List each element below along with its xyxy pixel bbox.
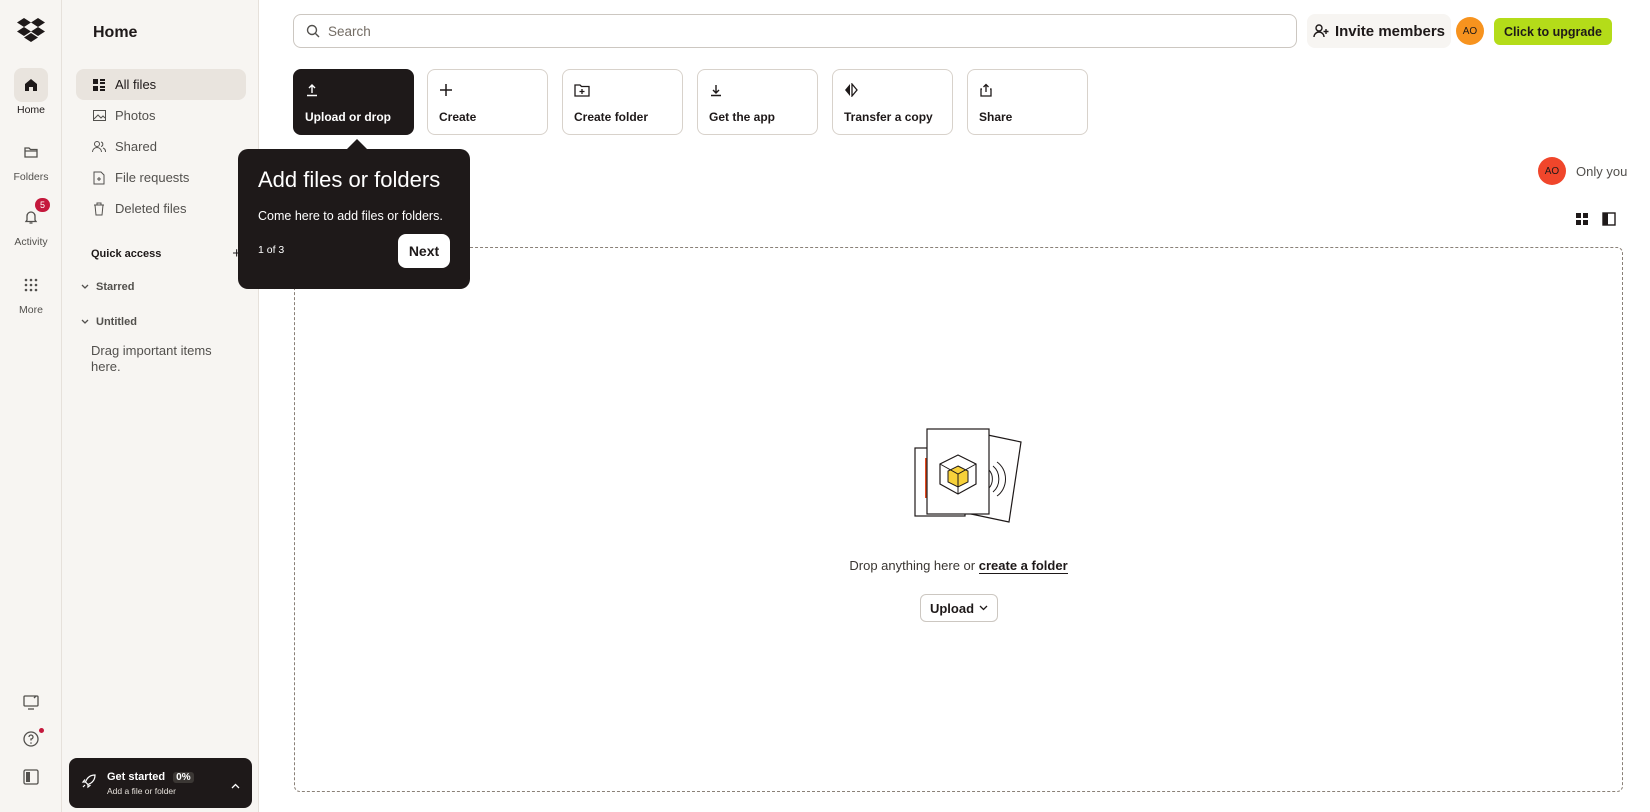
rail-home-label: Home (16, 104, 45, 116)
sharing-info[interactable]: AO Only you (1538, 157, 1627, 185)
grid-view-icon[interactable] (1573, 210, 1591, 228)
rail-activity[interactable]: 5 Activity (0, 198, 62, 248)
chevron-down-icon (79, 284, 91, 290)
monitor-icon[interactable] (0, 693, 62, 716)
tooltip-arrow (347, 139, 367, 149)
plus-icon (439, 80, 536, 100)
drop-zone-text: Drop anything here or create a folder (295, 558, 1622, 574)
sharing-avatar: AO (1538, 157, 1566, 185)
share-button[interactable]: Share (967, 69, 1088, 135)
share-icon (979, 80, 1076, 100)
all-files-icon (92, 78, 106, 92)
rail-more[interactable]: More (0, 268, 62, 316)
search-input[interactable]: Search (293, 14, 1297, 48)
quick-access-header: Quick access + (91, 245, 241, 262)
nav-item-all-files[interactable]: All files (76, 69, 246, 100)
starred-label: Starred (96, 281, 135, 293)
search-icon (306, 24, 320, 38)
untitled-section-toggle[interactable]: Untitled (79, 316, 137, 328)
action-label: Get the app (709, 110, 776, 124)
drag-hint: Drag important items here. (91, 343, 212, 374)
rail-activity-label: Activity (14, 236, 48, 248)
page-title: Home (93, 24, 138, 41)
untitled-label: Untitled (96, 316, 137, 328)
onboarding-tooltip: Add files or folders Come here to add fi… (238, 149, 470, 289)
sharing-label: Only you (1576, 163, 1628, 179)
upload-dropdown-button[interactable]: Upload (920, 594, 998, 622)
folder-plus-icon (574, 80, 671, 100)
photo-icon (92, 109, 106, 123)
nav-item-label: All files (115, 77, 157, 92)
nav-panel: Home All files Photos Shared File reques… (62, 0, 259, 812)
action-label: Upload or drop (305, 110, 391, 124)
action-label: Create (439, 110, 477, 124)
rail-folders[interactable]: Folders (0, 135, 62, 183)
rail-folders-label: Folders (13, 171, 49, 183)
nav-item-photos[interactable]: Photos (76, 100, 246, 131)
chevron-down-icon (979, 605, 988, 611)
get-started-text: Get started 0% Add a file or folder (107, 771, 194, 796)
dropbox-logo-icon[interactable] (16, 16, 46, 44)
transfer-a-copy-button[interactable]: Transfer a copy (832, 69, 953, 135)
upload-label: Upload (929, 600, 975, 616)
activity-badge: 5 (35, 198, 50, 212)
file-request-icon (92, 171, 106, 185)
action-label: Share (979, 110, 1013, 124)
invite-members-button[interactable]: Invite members (1307, 14, 1451, 48)
action-label: Create folder (574, 110, 649, 124)
icon-rail: Home Folders 5 Activity More (0, 0, 62, 812)
rail-home[interactable]: Home (0, 68, 62, 116)
download-icon (709, 80, 806, 100)
tooltip-body: Come here to add files or folders. (258, 209, 443, 223)
nav-item-label: File requests (115, 170, 190, 185)
panel-icon[interactable] (0, 768, 62, 791)
upgrade-button[interactable]: Click to upgrade (1494, 18, 1612, 45)
nav-item-label: Deleted files (115, 201, 187, 216)
grid-icon (14, 268, 48, 302)
folder-icon (14, 135, 48, 169)
action-label: Transfer a copy (844, 110, 933, 124)
get-started-subtitle: Add a file or folder (107, 785, 176, 796)
get-started-card[interactable]: Get started 0% Add a file or folder (69, 758, 252, 808)
rail-more-label: More (19, 304, 43, 316)
quick-access-label: Quick access (91, 247, 162, 260)
create-button[interactable]: Create (427, 69, 548, 135)
upload-or-drop-button[interactable]: Upload or drop (293, 69, 414, 135)
nav-item-deleted-files[interactable]: Deleted files (76, 193, 246, 224)
get-started-percent: 0% (173, 771, 194, 783)
search-placeholder: Search (328, 23, 371, 39)
add-user-icon (1313, 24, 1329, 38)
help-icon[interactable] (0, 728, 62, 753)
chevron-up-icon (231, 776, 240, 794)
nav-item-shared[interactable]: Shared (76, 131, 246, 162)
home-icon (14, 68, 48, 102)
tooltip-step: 1 of 3 (258, 244, 285, 256)
nav-item-label: Shared (115, 139, 157, 154)
create-folder-link[interactable]: create a folder (978, 558, 1068, 574)
notification-dot (39, 728, 44, 733)
get-started-title: Get started (107, 770, 166, 783)
trash-icon (92, 202, 106, 216)
tooltip-next-button[interactable]: Next (398, 234, 450, 268)
empty-folder-illustration (913, 428, 1025, 533)
transfer-icon (844, 80, 941, 100)
nav-item-file-requests[interactable]: File requests (76, 162, 246, 193)
people-icon (92, 140, 106, 154)
rocket-icon (81, 773, 97, 794)
avatar[interactable]: AO (1456, 17, 1484, 45)
upload-icon (305, 80, 402, 100)
nav-item-label: Photos (115, 108, 156, 123)
drop-zone-message: Drop anything here or (849, 558, 976, 573)
tooltip-title: Add files or folders (258, 167, 441, 192)
invite-members-label: Invite members (1334, 22, 1446, 40)
chevron-down-icon (79, 319, 91, 325)
starred-section-toggle[interactable]: Starred (79, 281, 135, 293)
drop-zone[interactable]: Drop anything here or create a folder Up… (294, 247, 1623, 792)
create-folder-button[interactable]: Create folder (562, 69, 683, 135)
get-the-app-button[interactable]: Get the app (697, 69, 818, 135)
side-panel-icon[interactable] (1600, 210, 1618, 228)
